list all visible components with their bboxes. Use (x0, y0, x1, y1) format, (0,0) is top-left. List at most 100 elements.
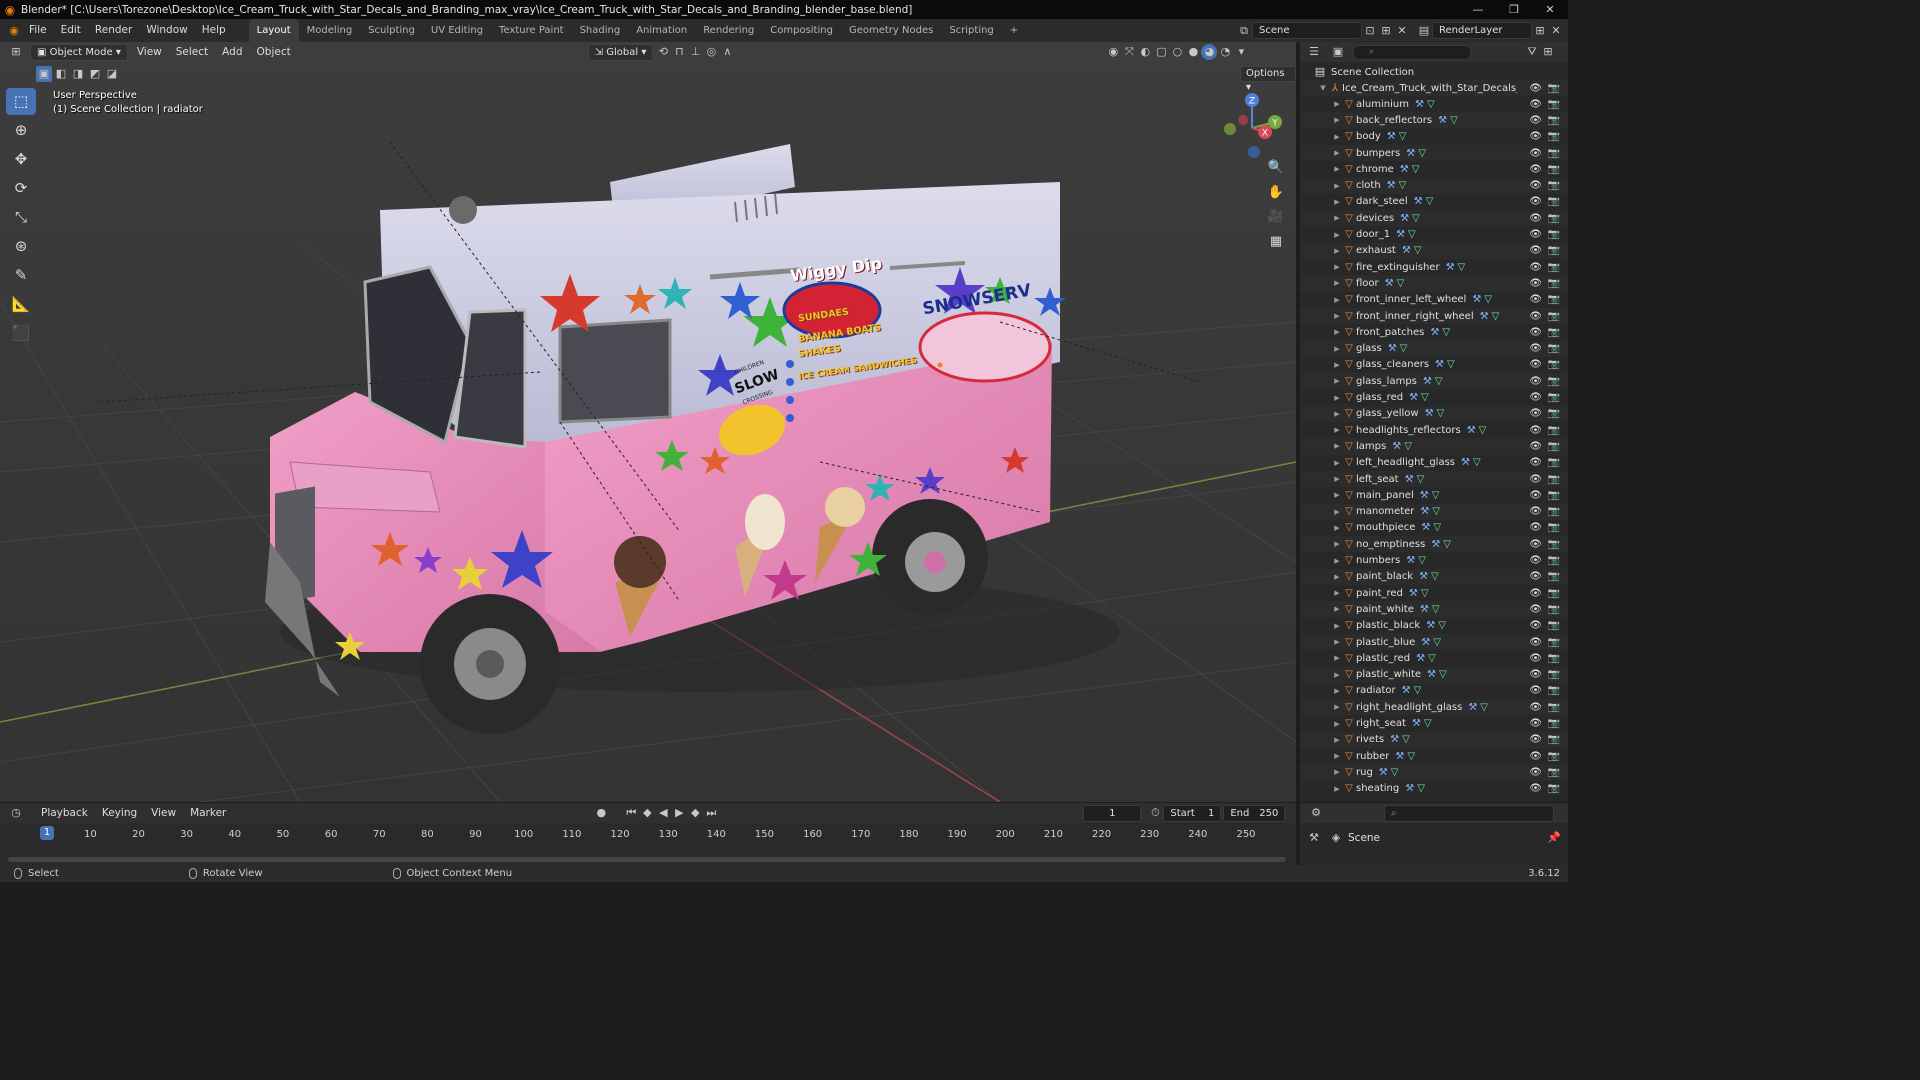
render-camera-icon[interactable]: 📷 (1548, 669, 1560, 680)
minimize-button[interactable]: — (1460, 0, 1496, 19)
expand-arrow-icon[interactable]: ▶ (1332, 116, 1342, 124)
render-camera-icon[interactable]: 📷 (1548, 115, 1560, 126)
tab-scripting[interactable]: Scripting (941, 19, 1001, 42)
jump-start-icon[interactable]: ⏮ (623, 805, 639, 821)
modifier-wrench-icon[interactable]: ⚒ (1419, 571, 1428, 582)
close-button[interactable]: ✕ (1532, 0, 1568, 19)
visibility-eye-icon[interactable]: 👁 (1529, 359, 1542, 370)
measure-tool-icon[interactable]: 📐 (6, 291, 36, 318)
timeline-menu-keying[interactable]: Keying (95, 807, 144, 819)
visibility-eye-icon[interactable]: 👁 (1529, 164, 1542, 175)
modifier-wrench-icon[interactable]: ⚒ (1420, 604, 1429, 615)
modifier-wrench-icon[interactable]: ⚒ (1396, 229, 1405, 240)
select-subtract-icon[interactable]: ◨ (70, 66, 86, 82)
render-camera-icon[interactable]: 📷 (1548, 620, 1560, 631)
mesh-data-icon[interactable]: ▽ (1442, 327, 1450, 338)
viewport-menu-select[interactable]: Select (169, 46, 215, 58)
expand-arrow-icon[interactable]: ▶ (1332, 165, 1342, 173)
modifier-wrench-icon[interactable]: ⚒ (1427, 669, 1436, 680)
visibility-eye-icon[interactable]: 👁 (1529, 392, 1542, 403)
mesh-data-icon[interactable]: ▽ (1414, 245, 1422, 256)
render-camera-icon[interactable]: 📷 (1548, 278, 1560, 289)
modifier-wrench-icon[interactable]: ⚒ (1415, 99, 1424, 110)
tab-uv-editing[interactable]: UV Editing (423, 19, 491, 42)
render-camera-icon[interactable]: 📷 (1548, 311, 1560, 322)
outliner-item-glass[interactable]: ▶ ▽ glass ⚒ ▽ 👁 📷 (1300, 340, 1568, 357)
visibility-eye-icon[interactable]: 👁 (1529, 343, 1542, 354)
menu-edit[interactable]: Edit (54, 19, 88, 42)
modifier-wrench-icon[interactable]: ⚒ (1468, 702, 1477, 713)
3d-viewport[interactable]: Wiggy Dip SNOWSERV SUNDAES BANANA BOATS … (0, 42, 1296, 802)
outliner-item-glass-yellow[interactable]: ▶ ▽ glass_yellow ⚒ ▽ 👁 📷 (1300, 405, 1568, 422)
shading-options-icon[interactable]: ▾ (1233, 44, 1249, 60)
modifier-wrench-icon[interactable]: ⚒ (1461, 457, 1470, 468)
outliner-item-sheating[interactable]: ▶ ▽ sheating ⚒ ▽ 👁 📷 (1300, 781, 1568, 797)
outliner-item-no-emptiness[interactable]: ▶ ▽ no_emptiness ⚒ ▽ 👁 📷 (1300, 536, 1568, 553)
outliner-item-left-seat[interactable]: ▶ ▽ left_seat ⚒ ▽ 👁 📷 (1300, 470, 1568, 488)
visibility-eye-icon[interactable]: 👁 (1529, 229, 1542, 240)
outliner-item-numbers[interactable]: ▶ ▽ numbers ⚒ ▽ 👁 📷 (1300, 552, 1568, 568)
modifier-wrench-icon[interactable]: ⚒ (1406, 555, 1415, 566)
visibility-eye-icon[interactable]: 👁 (1529, 474, 1542, 485)
ortho-toggle-icon[interactable]: ▦ (1264, 230, 1288, 254)
start-frame-field[interactable]: Start 1 (1163, 804, 1222, 822)
expand-arrow-icon[interactable]: ▶ (1332, 361, 1342, 369)
mesh-data-icon[interactable]: ▽ (1418, 148, 1426, 159)
ice-cream-truck-model[interactable] (265, 144, 1120, 734)
expand-arrow-icon[interactable]: ▶ (1332, 328, 1342, 336)
expand-arrow-icon[interactable]: ▶ (1332, 182, 1342, 190)
mesh-data-icon[interactable]: ▽ (1417, 783, 1425, 794)
render-camera-icon[interactable]: 📷 (1548, 718, 1560, 729)
render-camera-icon[interactable]: 📷 (1548, 131, 1560, 142)
render-camera-icon[interactable]: 📷 (1548, 148, 1560, 159)
outliner-item-cloth[interactable]: ▶ ▽ cloth ⚒ ▽ 👁 📷 (1300, 177, 1568, 194)
next-keyframe-icon[interactable]: ◆ (687, 805, 703, 821)
expand-arrow-icon[interactable]: ▶ (1332, 589, 1342, 597)
options-dropdown[interactable]: Options ▾ (1240, 66, 1296, 93)
render-camera-icon[interactable]: 📷 (1548, 99, 1560, 110)
expand-arrow-icon[interactable]: ▶ (1332, 247, 1342, 255)
outliner-item-devices[interactable]: ▶ ▽ devices ⚒ ▽ 👁 📷 (1300, 210, 1568, 227)
mesh-data-icon[interactable]: ▽ (1432, 604, 1440, 615)
visibility-eye-icon[interactable]: 👁 (1529, 425, 1542, 436)
outliner-item-exhaust[interactable]: ▶ ▽ exhaust ⚒ ▽ 👁 📷 (1300, 242, 1568, 259)
collection-visibility-icon[interactable]: 👁 (1529, 83, 1542, 94)
modifier-wrench-icon[interactable]: ⚒ (1379, 767, 1388, 778)
visibility-eye-icon[interactable]: 👁 (1529, 262, 1542, 273)
maximize-button[interactable]: ❐ (1496, 0, 1532, 19)
outliner-item-lamps[interactable]: ▶ ▽ lamps ⚒ ▽ 👁 📷 (1300, 438, 1568, 455)
visibility-eye-icon[interactable]: 👁 (1529, 637, 1542, 648)
outliner-item-plastic-black[interactable]: ▶ ▽ plastic_black ⚒ ▽ 👁 📷 (1300, 618, 1568, 634)
render-camera-icon[interactable]: 📷 (1548, 262, 1560, 273)
play-reverse-icon[interactable]: ◀ (655, 805, 671, 821)
outliner-item-aluminium[interactable]: ▶ ▽ aluminium ⚒ ▽ 👁 📷 (1300, 96, 1568, 112)
mesh-data-icon[interactable]: ▽ (1399, 180, 1407, 191)
modifier-wrench-icon[interactable]: ⚒ (1400, 164, 1409, 175)
visibility-eye-icon[interactable]: 👁 (1529, 294, 1542, 305)
outliner-item-glass-red[interactable]: ▶ ▽ glass_red ⚒ ▽ 👁 📷 (1300, 389, 1568, 405)
end-frame-field[interactable]: End 250 (1223, 804, 1286, 822)
mesh-data-icon[interactable]: ▽ (1458, 262, 1466, 273)
visibility-eye-icon[interactable]: 👁 (1529, 506, 1542, 517)
tab-modeling[interactable]: Modeling (299, 19, 361, 42)
new-layer-icon[interactable]: ⊞ (1532, 23, 1548, 39)
visibility-eye-icon[interactable]: 👁 (1529, 311, 1542, 322)
expand-arrow-icon[interactable]: ▶ (1332, 557, 1342, 565)
tab-layout[interactable]: Layout (248, 19, 299, 42)
render-camera-icon[interactable]: 📷 (1548, 425, 1560, 436)
render-camera-icon[interactable]: 📷 (1548, 767, 1560, 778)
scene-collection-row[interactable]: ▤ Scene Collection (1300, 64, 1568, 80)
pan-hand-icon[interactable]: ✋ (1264, 181, 1288, 205)
mesh-data-icon[interactable]: ▽ (1439, 669, 1447, 680)
modifier-wrench-icon[interactable]: ⚒ (1421, 637, 1430, 648)
modifier-wrench-icon[interactable]: ⚒ (1392, 441, 1401, 452)
expand-arrow-icon[interactable]: ▶ (1332, 149, 1342, 157)
modifier-wrench-icon[interactable]: ⚒ (1388, 343, 1397, 354)
visibility-eye-icon[interactable]: 👁 (1529, 131, 1542, 142)
render-camera-icon[interactable]: 📷 (1548, 539, 1560, 550)
delete-scene-icon[interactable]: ✕ (1394, 23, 1410, 39)
outliner-item-front-patches[interactable]: ▶ ▽ front_patches ⚒ ▽ 👁 📷 (1300, 324, 1568, 340)
mesh-data-icon[interactable]: ▽ (1432, 506, 1440, 517)
mesh-data-icon[interactable]: ▽ (1480, 702, 1488, 713)
expand-arrow-icon[interactable]: ▶ (1332, 638, 1342, 646)
